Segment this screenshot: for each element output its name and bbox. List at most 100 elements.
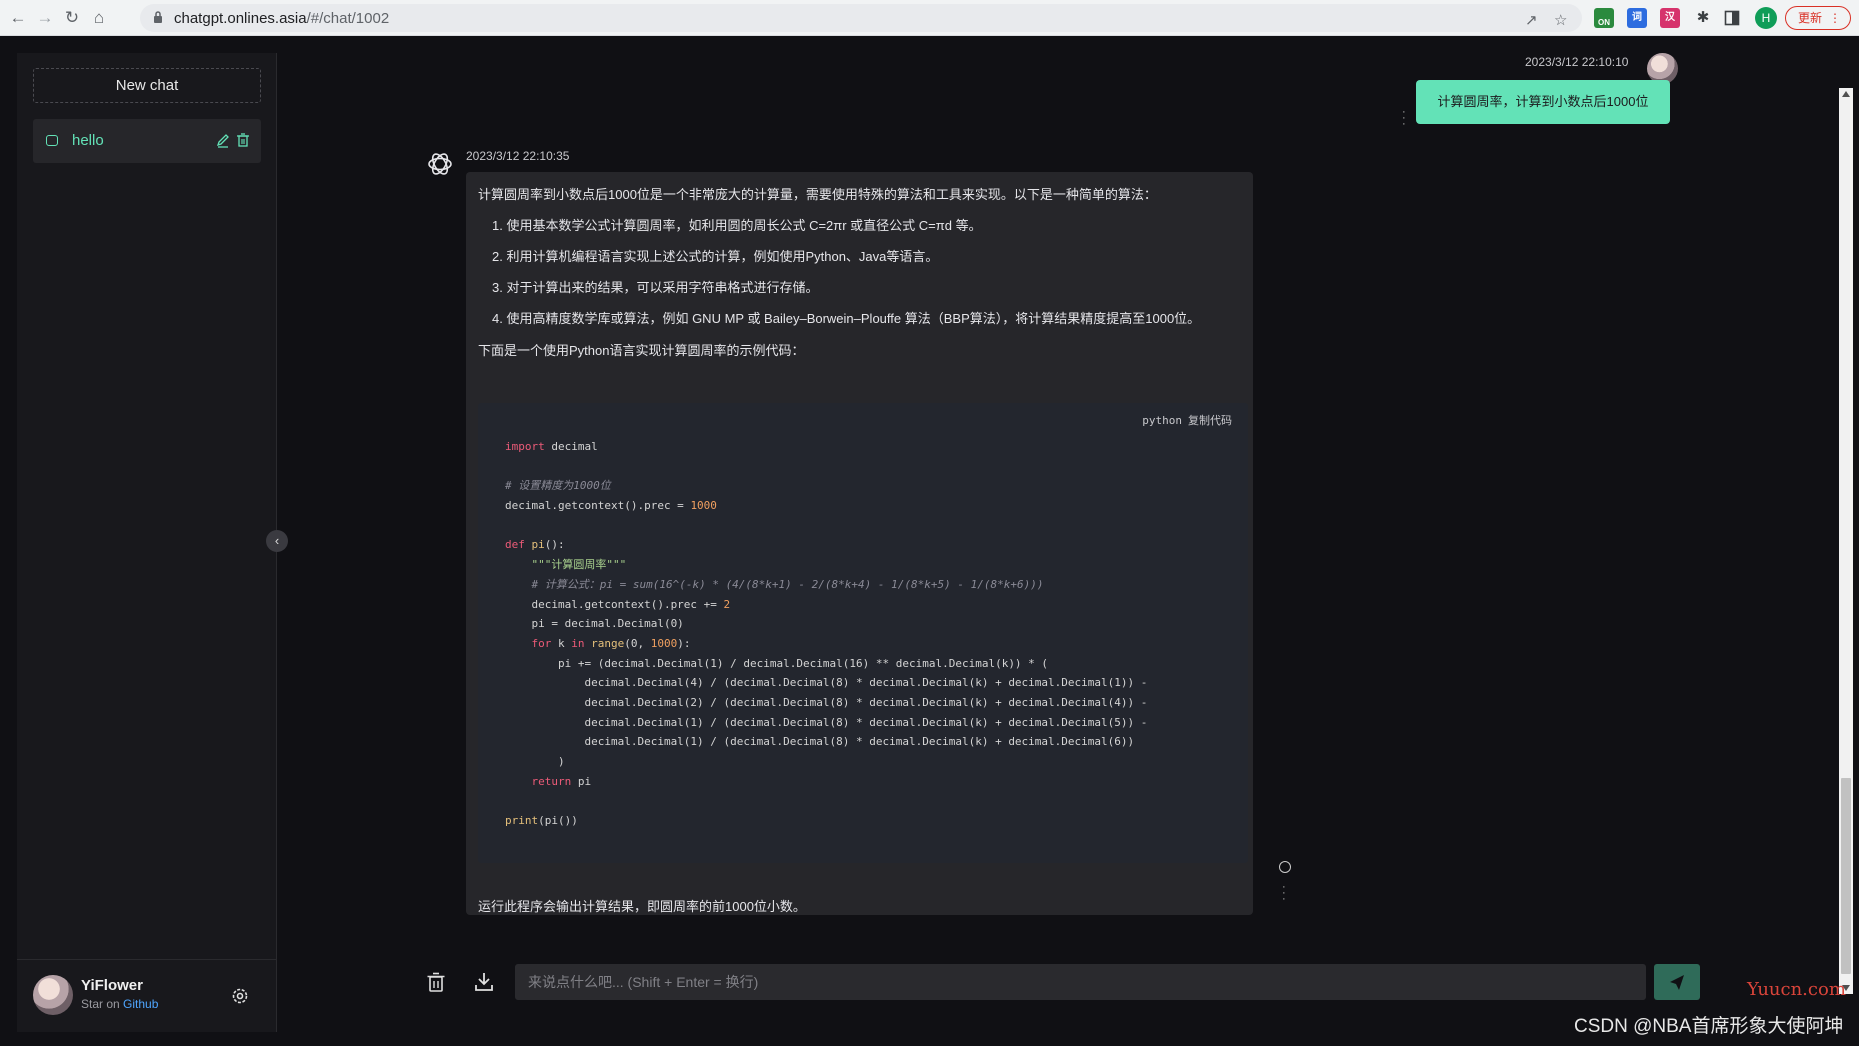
copy-code-button[interactable]: 复制代码 <box>1188 414 1232 427</box>
chat-bubble-icon <box>46 135 58 146</box>
code-line: decimal.getcontext().prec += 2 <box>505 595 1147 615</box>
bot-intro-text: 计算圆周率到小数点后1000位是一个非常庞大的计算量，需要使用特殊的算法和工具来… <box>478 187 1157 202</box>
code-token: pi <box>524 538 545 552</box>
code-token: range <box>584 636 625 650</box>
code-token: print <box>505 814 539 828</box>
bot-outro-text: 运行此程序会输出计算结果，即圆周率的前1000位小数。 <box>478 899 806 914</box>
code-token: decimal <box>544 440 598 453</box>
code-line: import decimal <box>505 437 1147 457</box>
code-header: python 复制代码 <box>1136 412 1232 428</box>
chat-area: 2023/3/12 22:10:10 计算圆周率，计算到小数点后1000位 · ·… <box>278 53 1828 933</box>
input-bar <box>278 964 1828 1008</box>
bot-message-time: 2023/3/12 22:10:35 <box>466 149 570 163</box>
reload-icon[interactable]: ↻ <box>60 6 84 30</box>
code-token: def <box>505 538 525 552</box>
code-token: return <box>505 774 572 788</box>
code-line: for k in range(0, 1000): <box>505 634 1147 654</box>
extension-translate-icon[interactable]: 词 <box>1627 8 1647 28</box>
url-path: /#/chat/1002 <box>306 10 390 27</box>
user-message-bubble: 计算圆周率，计算到小数点后1000位 <box>1416 80 1670 124</box>
chat-list-item[interactable]: hello <box>33 119 261 163</box>
address-bar[interactable]: chatgpt.onlines.asia/#/chat/1002 ↗ ☆ <box>140 4 1582 32</box>
code-line: def pi(): <box>505 535 1147 555</box>
menu-dots-icon: ⋮ <box>1829 11 1841 25</box>
home-icon[interactable]: ⌂ <box>87 6 111 30</box>
user-message-time: 2023/3/12 22:10:10 <box>1525 55 1629 69</box>
user-name: YiFlower <box>81 977 143 994</box>
code-token: 2 <box>723 597 731 611</box>
code-token: 1000 <box>690 499 717 513</box>
code-content: import decimal # 设置精度为1000位 decimal.getc… <box>505 437 1147 831</box>
code-line: # 计算公式：pi = sum(16^(-k) * (4/(8*k+1) - 2… <box>505 577 1044 591</box>
extension-text-icon[interactable]: 汉 <box>1660 8 1680 28</box>
code-line: pi += (decimal.Decimal(1) / decimal.Deci… <box>505 656 1049 670</box>
new-chat-button[interactable]: New chat <box>33 68 261 103</box>
user-panel: YiFlower Star on Github <box>17 959 277 1032</box>
update-label: 更新 <box>1798 11 1823 25</box>
code-token: (0, <box>624 636 651 650</box>
share-icon[interactable]: ↗ <box>1525 11 1538 29</box>
code-line: decimal.Decimal(2) / (decimal.Decimal(8)… <box>505 695 1148 709</box>
regenerate-icon[interactable] <box>1279 861 1291 873</box>
send-icon <box>1670 975 1684 990</box>
scrollbar[interactable] <box>1839 88 1853 994</box>
scroll-up-arrow-icon[interactable] <box>1842 91 1850 97</box>
code-token: pi <box>571 774 592 788</box>
code-token: for <box>505 636 552 650</box>
chat-item-label: hello <box>72 132 104 149</box>
update-button[interactable]: 更新 ⋮ <box>1785 6 1851 30</box>
github-link[interactable]: Github <box>123 997 158 1011</box>
code-token: (): <box>544 538 565 552</box>
code-token: 1000 <box>650 636 678 650</box>
list-item: 3. 对于计算出来的结果，可以采用字符串格式进行存储。 <box>492 280 819 295</box>
scrollbar-thumb[interactable] <box>1841 778 1851 974</box>
send-button[interactable] <box>1654 964 1700 1000</box>
code-line: ) <box>505 755 565 768</box>
code-token: k <box>551 636 572 650</box>
trash-icon[interactable] <box>236 132 250 148</box>
site-watermark: Yuucn.com <box>1747 979 1846 1000</box>
extension-on-icon[interactable]: ON <box>1594 8 1614 28</box>
code-line: decimal.Decimal(1) / (decimal.Decimal(8)… <box>505 715 1148 729</box>
code-block: python 复制代码 import decimal # 设置精度为1000位 d… <box>478 403 1248 863</box>
edit-icon[interactable] <box>216 132 230 148</box>
settings-gear-icon[interactable] <box>230 986 250 1006</box>
user-avatar <box>33 975 73 1015</box>
user-subtitle: Star on Github <box>81 997 158 1011</box>
app: New chat hello YiFlower Star on Github ‹… <box>17 36 1853 1032</box>
forward-arrow-icon[interactable]: → <box>33 6 57 30</box>
code-line: print(pi()) <box>505 811 1147 831</box>
credit-watermark: CSDN @NBA首席形象大使阿坤 <box>1574 1016 1844 1037</box>
message-input[interactable] <box>515 964 1646 1000</box>
extensions-puzzle-icon[interactable]: ✱ <box>1693 8 1713 28</box>
code-intro-text: 下面是一个使用Python语言实现计算圆周率的示例代码： <box>478 343 805 358</box>
lock-icon <box>154 11 162 23</box>
code-token: in <box>571 636 585 650</box>
list-item: 4. 使用高精度数学库或算法，例如 GNU MP 或 Bailey–Borwei… <box>492 311 1201 326</box>
code-token: decimal.getcontext().prec = <box>505 499 691 513</box>
bookmark-star-icon[interactable]: ☆ <box>1554 11 1567 29</box>
user-message-more-icon[interactable]: · · · <box>1402 107 1406 130</box>
clear-chat-icon[interactable] <box>426 971 446 993</box>
side-panel-icon[interactable] <box>1722 8 1742 28</box>
code-line: decimal.Decimal(4) / (decimal.Decimal(8)… <box>505 676 1148 690</box>
code-token: import <box>505 440 545 453</box>
profile-avatar[interactable]: H <box>1755 7 1777 29</box>
code-line: pi = decimal.Decimal(0) <box>505 617 684 631</box>
download-icon[interactable] <box>474 971 494 993</box>
back-arrow-icon[interactable]: ← <box>6 6 30 30</box>
code-token: ): <box>677 636 691 650</box>
code-line: decimal.Decimal(1) / (decimal.Decimal(8)… <box>505 735 1135 749</box>
code-line: decimal.getcontext().prec = 1000 <box>505 496 1147 516</box>
bot-message-more-icon[interactable]: · · · <box>1282 882 1286 905</box>
code-token: decimal.getcontext().prec += <box>505 597 724 611</box>
code-token: (pi()) <box>538 814 578 828</box>
code-line: # 设置精度为1000位 <box>505 479 611 493</box>
code-language-label: python <box>1142 414 1182 427</box>
browser-toolbar: ← → ↻ ⌂ chatgpt.onlines.asia/#/chat/1002… <box>0 0 1859 36</box>
code-line: return pi <box>505 772 1147 792</box>
sidebar: New chat hello YiFlower Star on Github <box>17 53 277 1032</box>
